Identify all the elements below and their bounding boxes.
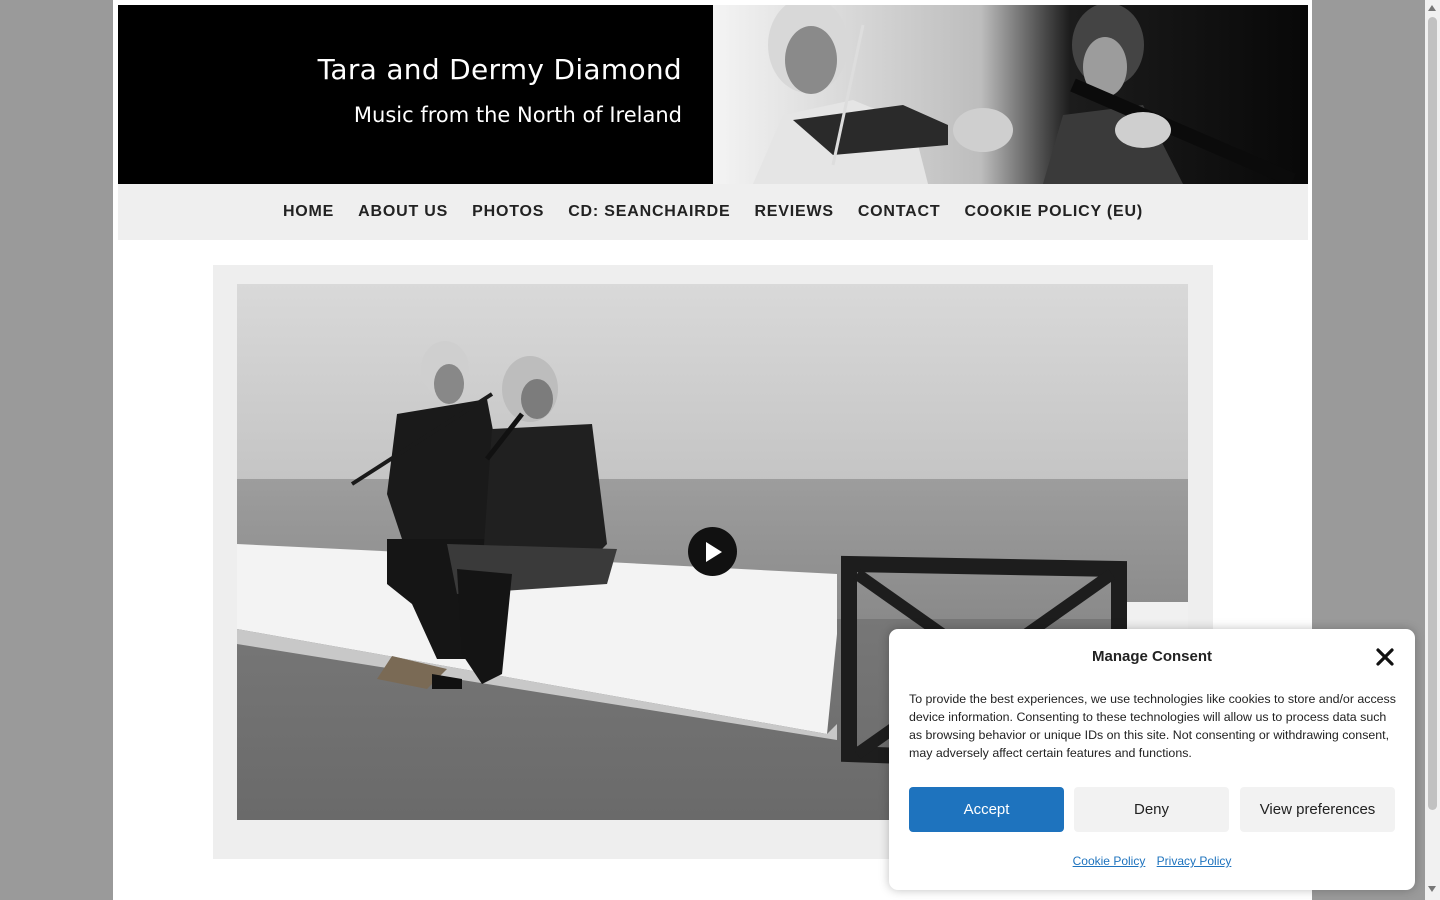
- accept-button[interactable]: Accept: [909, 787, 1064, 832]
- privacy-policy-link[interactable]: Privacy Policy: [1157, 854, 1232, 868]
- nav-item-reviews[interactable]: REVIEWS: [754, 203, 833, 221]
- header-musicians-image: [713, 5, 1308, 184]
- site-title[interactable]: Tara and Dermy Diamond: [318, 53, 682, 86]
- header-photo: [713, 5, 1308, 184]
- close-icon[interactable]: [1375, 647, 1395, 667]
- site-tagline: Music from the North of Ireland: [353, 103, 682, 127]
- deny-button[interactable]: Deny: [1074, 787, 1229, 832]
- nav-item-contact[interactable]: CONTACT: [858, 203, 941, 221]
- scroll-up-icon[interactable]: [1428, 5, 1436, 11]
- view-preferences-button[interactable]: View preferences: [1240, 787, 1395, 832]
- consent-title: Manage Consent: [1091, 648, 1212, 665]
- site-header: Tara and Dermy Diamond Music from the No…: [118, 5, 1308, 184]
- consent-links: Cookie Policy Privacy Policy: [889, 854, 1415, 868]
- play-button[interactable]: [688, 527, 737, 576]
- scroll-down-icon[interactable]: [1428, 886, 1436, 892]
- cookie-policy-link[interactable]: Cookie Policy: [1073, 854, 1146, 868]
- consent-message: To provide the best experiences, we use …: [909, 692, 1396, 760]
- play-icon: [705, 541, 722, 562]
- main-navigation: HOME ABOUT US PHOTOS CD: SEANCHAIRDE REV…: [118, 184, 1308, 240]
- header-text-area: Tara and Dermy Diamond Music from the No…: [118, 5, 713, 184]
- nav-item-home[interactable]: HOME: [283, 203, 334, 221]
- nav-item-photos[interactable]: PHOTOS: [472, 203, 544, 221]
- scroll-thumb[interactable]: [1428, 17, 1437, 810]
- page-scrollbar[interactable]: [1425, 0, 1440, 900]
- nav-item-cookie-policy[interactable]: COOKIE POLICY (EU): [964, 203, 1143, 221]
- consent-dialog: Manage Consent To provide the best exper…: [889, 629, 1415, 890]
- nav-item-cd-seanchairde[interactable]: CD: SEANCHAIRDE: [568, 203, 730, 221]
- nav-item-about-us[interactable]: ABOUT US: [358, 203, 448, 221]
